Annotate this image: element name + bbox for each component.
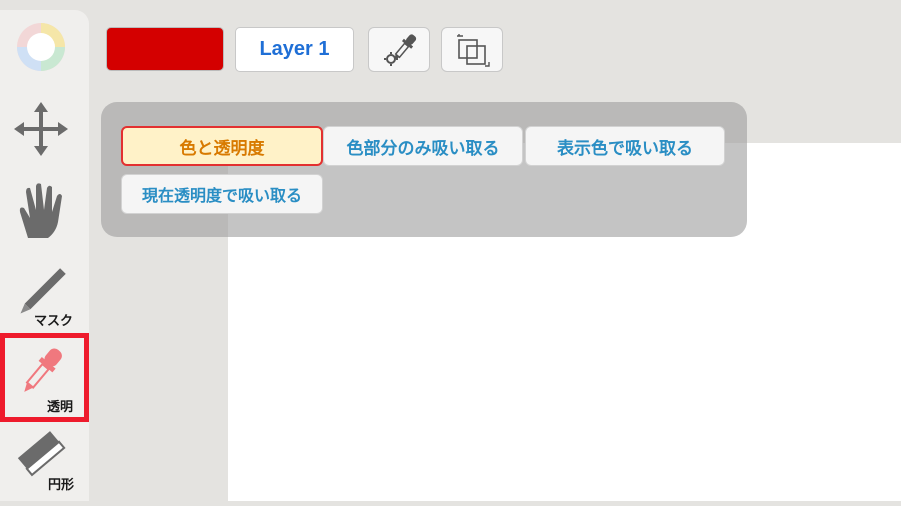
option-color-only[interactable]: 色部分のみ吸い取る [323, 126, 523, 166]
layer-button[interactable]: Layer 1 [235, 27, 354, 72]
color-wheel-icon [17, 23, 65, 71]
eraser-icon [17, 431, 66, 477]
hand-icon [19, 183, 62, 238]
eyedropper-mode-popup: 色と透明度 色部分のみ吸い取る 表示色で吸い取る 現在透明度で吸い取る [101, 102, 747, 237]
canvas-background [90, 0, 228, 501]
eyedropper-gear-icon [384, 34, 417, 66]
tool-move[interactable] [0, 88, 89, 172]
transform-icon [457, 34, 490, 67]
tool-hand[interactable] [0, 174, 89, 258]
dropper-icon [24, 348, 62, 392]
option-color-and-opacity[interactable]: 色と透明度 [121, 126, 323, 166]
tool-transparency-label: 透明 [47, 400, 74, 415]
tool-color-wheel[interactable] [0, 10, 89, 94]
tool-eraser-label: 円形 [48, 478, 75, 493]
tool-eraser[interactable]: 円形 [0, 422, 89, 506]
tool-mask-label: マスク [34, 314, 74, 329]
option-current-opacity[interactable]: 現在透明度で吸い取る [121, 174, 323, 214]
color-swatch[interactable] [106, 27, 224, 71]
tool-transparency-dropper[interactable]: 透明 [0, 333, 89, 422]
option-display-color[interactable]: 表示色で吸い取る [525, 126, 725, 166]
tool-sidebar: マスク 透明 円形 [0, 10, 89, 501]
transform-button[interactable] [441, 27, 503, 72]
move-arrows-icon [14, 102, 68, 156]
eyedropper-settings-button[interactable] [368, 27, 430, 72]
tool-mask-pen[interactable]: マスク [0, 260, 89, 344]
